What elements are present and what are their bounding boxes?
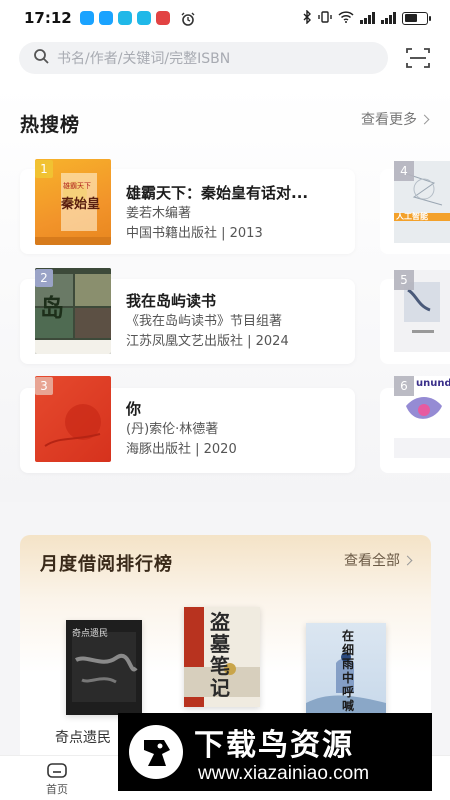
app-red-icon [155,11,170,25]
app-cyan-icon [117,11,132,25]
rank-info: 你 (丹)索伦·林德著 海豚出版社 | 2020 [126,398,346,460]
chevron-right-icon [402,555,413,565]
search-input[interactable]: 书名/作者/关键词/完整ISBN [19,42,388,74]
scan-button[interactable] [405,46,431,70]
bluetooth-icon [302,8,312,27]
rank-badge: 1 [35,160,53,178]
rank-info: 雄霸天下：秦始皇有话对... 姜若木编著 中国书籍出版社 | 2013 [126,182,346,244]
hot-more-label: 查看更多 [361,112,417,128]
search-row: 书名/作者/关键词/完整ISBN [0,36,450,84]
status-bar: 17:12 [0,0,450,36]
status-time: 17:12 [24,9,72,27]
book-author: 《我在岛屿读书》节目组著 [126,314,283,329]
bird-logo-icon [126,722,186,782]
book-author: (丹)索伦·林德著 [126,422,219,437]
book-title: 雄霸天下：秦始皇有话对... [126,184,309,202]
book-publisher: 海豚出版社 | 2020 [126,442,237,457]
book-cover[interactable]: 盗墓笔记 [184,607,260,707]
cover-title-text: 秦始皇 [61,197,101,212]
cover-top-text: 雄霸天下 [63,182,91,190]
monthly-ranking-title: 月度借阅排行榜 [40,554,173,575]
signal-icon [360,12,375,24]
cover-title-text: 奇点遗民 [72,629,109,639]
book-publisher: 中国书籍出版社 | 2013 [126,226,263,241]
rank-badge: 5 [394,270,414,290]
app-cyan-icon [136,11,151,25]
cover-title-text: 在细雨中呼喊 [342,629,355,713]
book-name: 奇点遗民 [55,730,111,746]
book-cover[interactable]: 奇点遗民 [66,620,142,715]
cover-title-text: unundrum [416,378,450,389]
app-blue-icon [79,11,94,25]
book-cover[interactable]: 在细雨中呼喊 [306,623,386,718]
cover-title-text: 盗墓笔记 [210,610,230,700]
cover-title-text: 人工智能 [396,212,428,221]
monthly-more-label: 查看全部 [344,553,400,569]
scan-icon [406,48,430,68]
rank-info: 我在岛屿读书 《我在岛屿读书》节目组著 江苏凤凰文艺出版社 | 2024 [126,290,346,352]
tab-home[interactable]: 首页 [27,761,87,797]
book-title: 我在岛屿读书 [126,292,217,310]
book-publisher: 江苏凤凰文艺出版社 | 2024 [126,334,289,349]
hot-search-title: 热搜榜 [20,114,81,136]
app-blue-icon [98,11,113,25]
status-right [302,8,431,27]
tab-home-label: 首页 [46,783,68,796]
watermark-banner: 下载鸟资源 www.xiazainiao.com [118,713,432,791]
signal-icon [381,12,396,24]
cover-title-text: 岛 [40,294,64,322]
home-icon [46,761,68,779]
battery-icon [402,11,431,25]
battery-level [404,14,418,22]
monthly-more-link[interactable]: 查看全部 [344,550,413,570]
rank-badge: 2 [35,269,53,287]
watermark-url: www.xiazainiao.com [198,763,370,784]
search-placeholder: 书名/作者/关键词/完整ISBN [57,51,231,67]
rank-badge: 3 [35,377,53,395]
search-icon [33,48,49,68]
hot-more-link[interactable]: 查看更多 [361,109,430,129]
wifi-icon [338,10,354,26]
vibrate-icon [318,10,332,27]
book-author: 姜若木编著 [126,206,192,221]
alarm-icon [181,11,195,26]
rank-badge: 4 [394,161,414,181]
rank-badge: 6 [394,376,414,396]
chevron-right-icon [419,114,430,124]
book-title: 你 [126,400,142,418]
watermark-title: 下载鸟资源 [194,728,354,763]
